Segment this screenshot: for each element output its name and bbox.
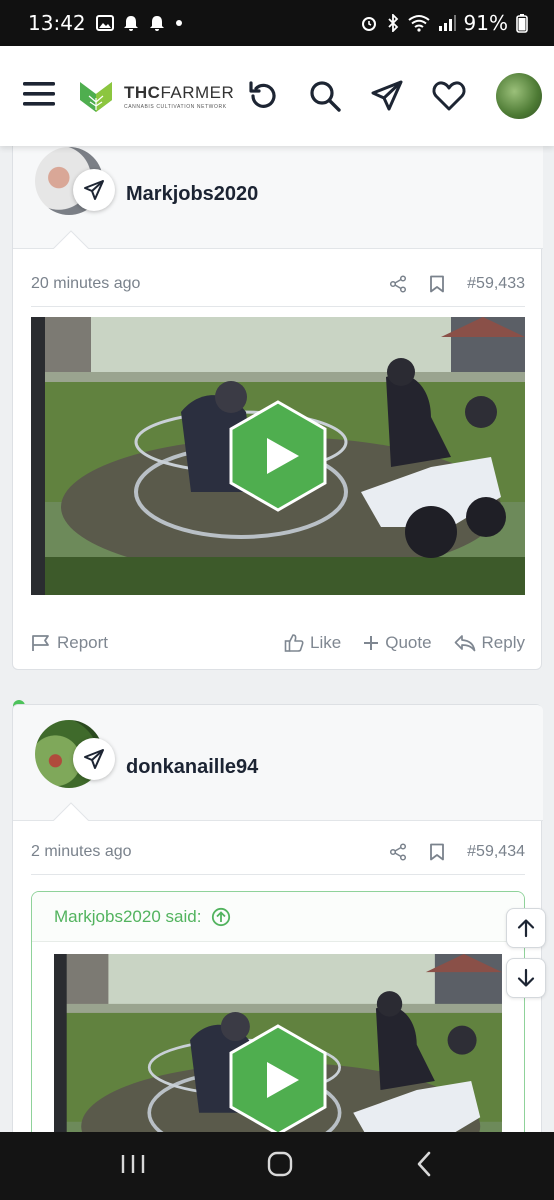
- post-card: donkanaille94 2 minutes ago #59,434 Mark…: [12, 704, 543, 1132]
- system-icons: 91%: [360, 11, 528, 35]
- scroll-to-top-button[interactable]: [506, 908, 546, 948]
- quote-header[interactable]: Markjobs2020 said:: [32, 892, 524, 942]
- notification-icons: [95, 14, 184, 32]
- system-navigation-bar: [0, 1132, 554, 1200]
- search-icon: [310, 81, 341, 112]
- reply-label: Reply: [481, 633, 525, 652]
- start-conversation-button[interactable]: [73, 738, 115, 780]
- brand-name: THCFARMER: [124, 83, 234, 103]
- post-meta: 20 minutes ago #59,433: [31, 261, 525, 307]
- play-button[interactable]: [229, 1024, 327, 1132]
- arrow-down-icon: [517, 968, 535, 987]
- status-bar: 13:42 91%: [0, 0, 554, 46]
- reply-button[interactable]: Reply: [454, 633, 525, 653]
- heart-icon: [432, 81, 466, 111]
- alerts-button[interactable]: [430, 77, 468, 115]
- thread-feed: Markjobs2020 20 minutes ago #59,433 Repo…: [0, 146, 554, 1132]
- recents-button[interactable]: [120, 1152, 146, 1181]
- recents-icon: [121, 1154, 145, 1173]
- plus-icon: [364, 636, 379, 650]
- post-time[interactable]: 20 minutes ago: [31, 275, 140, 293]
- menu-icon: [23, 81, 55, 106]
- header-pointer: [53, 802, 89, 821]
- user-avatar-button[interactable]: [496, 73, 542, 119]
- arrow-up-icon: [517, 919, 535, 938]
- gallery-icon: [95, 15, 114, 31]
- back-button[interactable]: [414, 1150, 434, 1183]
- send-icon: [84, 180, 104, 200]
- report-label: Report: [57, 633, 109, 652]
- quote-label: Quote: [385, 633, 432, 652]
- brand-logo: [80, 82, 112, 112]
- like-button[interactable]: Like: [284, 633, 341, 653]
- post-username[interactable]: donkanaille94: [126, 756, 258, 779]
- bookmark-icon[interactable]: [429, 843, 445, 861]
- flag-icon: [32, 635, 49, 651]
- post-user-header: Markjobs2020: [13, 146, 543, 249]
- play-button[interactable]: [229, 400, 327, 512]
- post-number[interactable]: #59,433: [467, 275, 525, 293]
- video-embed[interactable]: [54, 954, 502, 1132]
- post-time[interactable]: 2 minutes ago: [31, 843, 132, 861]
- bluetooth-icon: [387, 14, 398, 32]
- quote-author: Markjobs2020 said:: [54, 906, 202, 926]
- header-pointer: [53, 230, 89, 249]
- menu-button[interactable]: [22, 79, 56, 114]
- post-card: Markjobs2020 20 minutes ago #59,433 Repo…: [12, 146, 543, 670]
- brand-tagline: CANNABIS CULTIVATION NETWORK: [124, 103, 227, 110]
- send-icon: [84, 749, 104, 769]
- scroll-to-bottom-button[interactable]: [506, 958, 546, 998]
- bell-icon: [149, 16, 164, 31]
- home-button[interactable]: [266, 1150, 294, 1183]
- refresh-icon: [249, 81, 276, 108]
- thumbs-up-icon: [284, 634, 304, 652]
- like-label: Like: [310, 633, 342, 652]
- back-icon: [417, 1151, 431, 1176]
- home-icon: [267, 1151, 293, 1176]
- quote-button[interactable]: Quote: [363, 633, 432, 653]
- battery-icon: [516, 14, 528, 33]
- signal-icon: [438, 15, 456, 31]
- conversations-button[interactable]: [368, 77, 406, 115]
- report-button[interactable]: Report: [31, 633, 108, 653]
- refresh-button[interactable]: [244, 77, 282, 115]
- wifi-icon: [407, 15, 430, 32]
- alarm-icon: [361, 17, 376, 31]
- battery-percent: 91%: [463, 11, 508, 35]
- search-button[interactable]: [306, 77, 344, 115]
- brand-logo-link[interactable]: THCFARMER CANNABIS CULTIVATION NETWORK: [78, 78, 234, 114]
- start-conversation-button[interactable]: [73, 169, 115, 211]
- video-embed[interactable]: [31, 317, 525, 595]
- bookmark-icon[interactable]: [429, 275, 445, 293]
- post-meta: 2 minutes ago #59,434: [31, 829, 525, 875]
- brand-name-b: FARMER: [160, 82, 235, 102]
- send-icon: [371, 80, 403, 111]
- reply-icon: [454, 635, 475, 652]
- post-username[interactable]: Markjobs2020: [126, 183, 258, 206]
- share-icon[interactable]: [389, 274, 407, 293]
- post-number[interactable]: #59,434: [467, 843, 525, 861]
- post-actions: Report Like Quote Reply: [31, 623, 525, 663]
- bell-icon: [123, 16, 138, 31]
- status-time: 13:42: [28, 11, 86, 35]
- top-navigation: THCFARMER CANNABIS CULTIVATION NETWORK: [0, 46, 554, 146]
- quote-block: Markjobs2020 said:: [31, 891, 525, 1132]
- dot-icon: [175, 20, 182, 26]
- brand-name-a: THC: [124, 82, 161, 102]
- arrow-up-circle-icon[interactable]: [211, 907, 231, 927]
- share-icon[interactable]: [389, 842, 407, 861]
- post-user-header: donkanaille94: [13, 705, 543, 821]
